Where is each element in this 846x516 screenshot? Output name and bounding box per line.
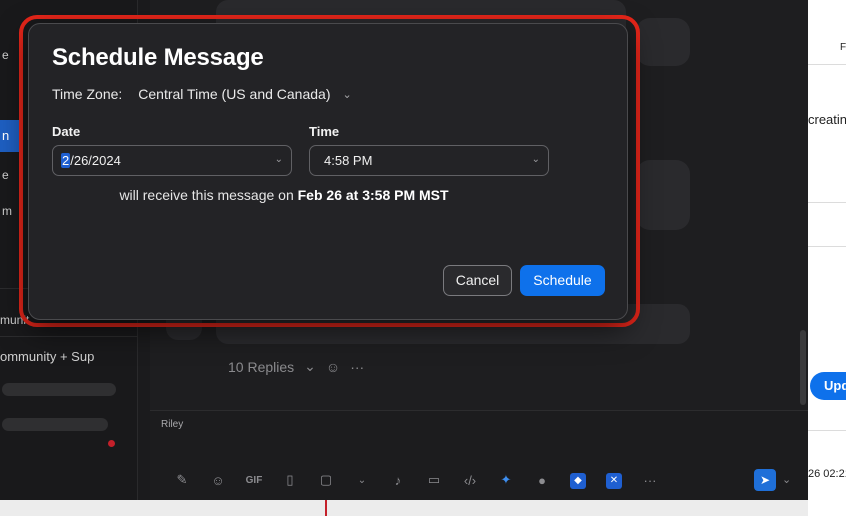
scrollbar[interactable] <box>800 330 806 405</box>
chevron-down-icon[interactable]: ⌄ <box>782 473 791 486</box>
emoji-icon[interactable]: ☺ <box>200 473 236 488</box>
info-prefix: will receive this message on <box>119 187 294 203</box>
ai-sparkle-icon[interactable]: ✦ <box>488 472 524 488</box>
date-label: Date <box>52 124 81 139</box>
loading-placeholder <box>2 418 108 431</box>
timezone-label: Time Zone: <box>52 86 123 102</box>
date-month-segment[interactable]: 2 <box>61 153 71 168</box>
info-datetime: Feb 26 at 3:58 PM MST <box>297 187 449 203</box>
notification-dot <box>108 440 115 447</box>
panel-fragment: creating <box>808 112 846 127</box>
sidebar-fragment: e <box>2 48 9 62</box>
side-panel: F creating Upd 26 02:21 <box>808 0 846 516</box>
time-picker[interactable]: 4:58 PM ⌄ <box>309 145 549 176</box>
compose-author: Riley <box>161 419 184 430</box>
send-button[interactable]: ➤ <box>754 469 776 491</box>
chevron-down-icon[interactable]: ⌄ <box>344 475 380 486</box>
replies-count[interactable]: 10 Replies <box>228 359 294 375</box>
mic-icon[interactable]: ♪ <box>380 473 416 488</box>
app-icon[interactable]: ✕ <box>596 471 632 489</box>
cancel-button[interactable]: Cancel <box>443 265 512 296</box>
divider <box>808 202 846 203</box>
video-icon[interactable]: ▭ <box>416 472 452 488</box>
chevron-down-icon[interactable]: ⌄ <box>342 88 351 101</box>
code-icon[interactable]: ‹/› <box>452 473 488 488</box>
divider <box>325 500 327 516</box>
message-composer[interactable]: Riley ✎ ☺ GIF ▯ ▢ ⌄ ♪ ▭ ‹/› ✦ ● ◆ ✕ ··· … <box>150 410 808 500</box>
loading-placeholder <box>2 383 116 396</box>
schedule-info: will receive this message on Feb 26 at 3… <box>29 187 629 203</box>
file-icon[interactable]: ▯ <box>272 472 308 488</box>
jira-icon[interactable]: ◆ <box>560 471 596 489</box>
gif-button[interactable]: GIF <box>236 475 272 486</box>
divider <box>808 246 846 247</box>
desktop-strip <box>0 500 808 516</box>
format-icon[interactable]: ✎ <box>164 472 200 488</box>
timezone-select[interactable]: Central Time (US and Canada) <box>138 86 330 102</box>
update-button[interactable]: Upd <box>810 372 846 400</box>
time-value[interactable]: 4:58 PM <box>324 153 372 168</box>
date-picker[interactable]: 2/26/2024 ⌄ <box>52 145 292 176</box>
add-reaction-icon[interactable]: ☺ <box>326 359 340 375</box>
screenshot-icon[interactable]: ▢ <box>308 472 344 488</box>
timestamp: 26 02:21 <box>808 468 846 480</box>
avatar <box>636 160 690 230</box>
time-label: Time <box>309 124 340 139</box>
chevron-down-icon[interactable]: ⌄ <box>304 358 316 375</box>
sidebar-fragment: e <box>2 168 9 182</box>
panel-fragment: F <box>840 42 846 53</box>
divider <box>808 430 846 431</box>
chevron-down-icon[interactable]: ⌄ <box>532 154 540 165</box>
timezone-row: Time Zone: Central Time (US and Canada) … <box>52 86 352 102</box>
composer-toolbar: ✎ ☺ GIF ▯ ▢ ⌄ ♪ ▭ ‹/› ✦ ● ◆ ✕ ··· <box>164 471 668 489</box>
avatar <box>636 18 690 66</box>
schedule-button[interactable]: Schedule <box>520 265 605 296</box>
dialog-title: Schedule Message <box>52 44 264 71</box>
sidebar-fragment: m <box>2 204 12 218</box>
date-rest[interactable]: /26/2024 <box>70 153 121 168</box>
divider <box>0 336 138 337</box>
github-icon[interactable]: ● <box>524 473 560 488</box>
schedule-message-dialog: Schedule Message Time Zone: Central Time… <box>28 23 628 320</box>
more-icon[interactable]: ··· <box>350 359 364 375</box>
sidebar-item-community-support[interactable]: ommunity + Sup <box>0 349 94 364</box>
thread-replies[interactable]: 10 Replies ⌄ ☺ ··· <box>228 358 364 375</box>
divider <box>808 64 846 65</box>
more-icon[interactable]: ··· <box>632 473 668 488</box>
chevron-down-icon[interactable]: ⌄ <box>275 154 283 165</box>
